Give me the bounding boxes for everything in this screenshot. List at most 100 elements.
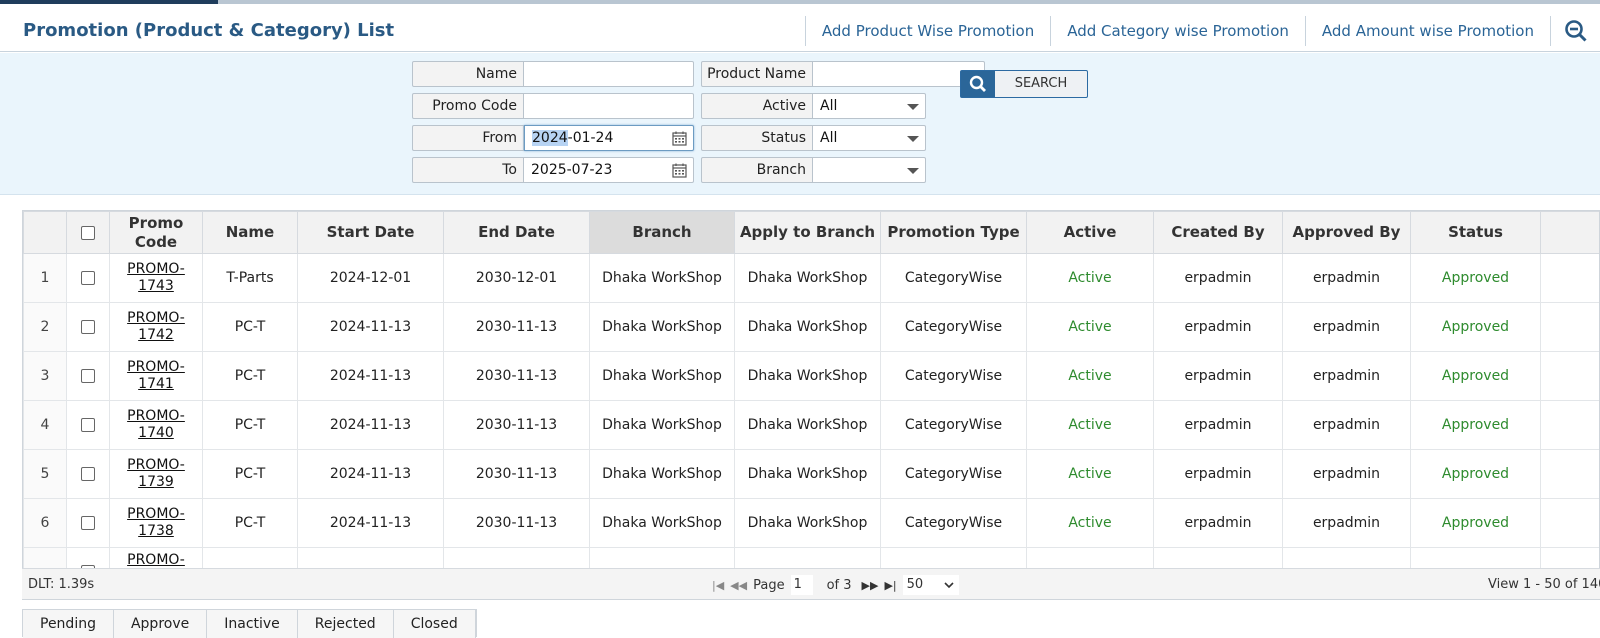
zoom-out-button[interactable] <box>1550 16 1600 46</box>
name-input[interactable] <box>524 61 694 87</box>
name-cell: PC-T <box>202 498 298 548</box>
promotion-type-cell: CategoryWise <box>880 400 1027 450</box>
row-number: 1 <box>23 253 67 303</box>
column-header-name[interactable]: Name <box>202 211 298 254</box>
start-date-cell: 2024-11-13 <box>297 400 444 450</box>
promo-code-link[interactable]: PROMO- 1739 <box>127 457 185 490</box>
promo-code-cell: PROMO- 1743 <box>109 253 203 303</box>
column-header-end-date[interactable]: End Date <box>443 211 590 254</box>
row-checkbox[interactable] <box>81 418 95 432</box>
first-page-icon[interactable]: |◀ <box>712 579 724 592</box>
promo-code-link[interactable]: PROMO- 1740 <box>127 408 185 441</box>
zoom-out-icon <box>1564 20 1587 42</box>
promotion-type-cell: CategoryWise <box>880 351 1027 401</box>
page-number-input[interactable]: 1 <box>790 575 813 595</box>
calendar-icon[interactable] <box>672 131 687 146</box>
next-page-icon[interactable]: ▶▶ <box>862 579 879 592</box>
promo-code-link[interactable]: PROMO- <box>127 552 185 568</box>
search-icon-box <box>961 71 995 97</box>
table-row[interactable]: 6 PROMO- 1738 PC-T 2024-11-13 2030-11-13 … <box>23 498 1599 548</box>
calendar-icon[interactable] <box>672 163 687 178</box>
dropdown-arrow-icon <box>907 168 919 174</box>
page-header: Promotion (Product & Category) List Add … <box>0 4 1600 52</box>
rows-per-page-select[interactable]: 50 <box>902 575 959 595</box>
product-name-label: Product Name <box>701 61 813 87</box>
filter-promo-code-row: Promo Code <box>412 93 694 119</box>
filter-from-row: From 2024-01-24 <box>412 125 694 151</box>
start-date-cell: 2024-12-01 <box>297 253 444 303</box>
column-header-promo-code[interactable]: Promo Code <box>109 211 203 254</box>
table-header-row: Promo Code Name Start Date End Date Bran… <box>23 211 1599 254</box>
apply-to-branch-cell: Dhaka WorkShop <box>734 302 881 352</box>
row-number: 2 <box>23 302 67 352</box>
column-header-branch[interactable]: Branch <box>589 211 735 254</box>
prev-page-icon[interactable]: ◀◀ <box>730 579 747 592</box>
row-checkbox[interactable] <box>81 369 95 383</box>
branch-select[interactable] <box>813 157 926 183</box>
add-product-wise-promotion-link[interactable]: Add Product Wise Promotion <box>804 16 1050 46</box>
to-date-text: 2025-07-23 <box>531 162 613 178</box>
filter-status-row: Status All <box>701 125 926 151</box>
approved-by-cell: erpadmin <box>1282 449 1411 499</box>
row-select-cell <box>66 302 110 352</box>
status-cell: Approved <box>1410 449 1541 499</box>
start-date-cell: 2024-11-13 <box>297 351 444 401</box>
row-select-cell <box>66 351 110 401</box>
rows-per-page-value: 50 <box>906 577 924 592</box>
active-select-value: All <box>820 98 838 114</box>
table-row[interactable]: 4 PROMO- 1740 PC-T 2024-11-13 2030-11-13 … <box>23 400 1599 450</box>
table-row[interactable]: 1 PROMO- 1743 T-Parts 2024-12-01 2030-12-… <box>23 253 1599 303</box>
active-select[interactable]: All <box>813 93 926 119</box>
column-header-start-date[interactable]: Start Date <box>297 211 444 254</box>
promo-code-link[interactable]: PROMO- 1743 <box>127 261 185 294</box>
extra-cell <box>1540 498 1599 548</box>
promo-code-link[interactable]: PROMO- 1738 <box>127 506 185 539</box>
tab-approve[interactable]: Approve <box>113 610 208 638</box>
from-label: From <box>412 125 524 151</box>
tab-inactive[interactable]: Inactive <box>207 610 298 638</box>
search-button[interactable]: SEARCH <box>960 70 1088 98</box>
column-header-active[interactable]: Active <box>1026 211 1154 254</box>
row-checkbox[interactable] <box>81 516 95 530</box>
tab-closed[interactable]: Closed <box>393 610 476 638</box>
to-date-input[interactable]: 2025-07-23 <box>524 157 694 183</box>
active-cell: Active <box>1026 400 1154 450</box>
name-cell: PC-T <box>202 351 298 401</box>
column-header-created-by[interactable]: Created By <box>1153 211 1283 254</box>
end-date-cell: 2030-11-13 <box>443 302 590 352</box>
tab-rejected[interactable]: Rejected <box>297 610 394 638</box>
tab-pending[interactable]: Pending <box>23 610 114 638</box>
apply-to-branch-cell: Dhaka WorkShop <box>734 498 881 548</box>
promo-code-link[interactable]: PROMO- 1742 <box>127 310 185 343</box>
from-date-input[interactable]: 2024-01-24 <box>524 125 694 151</box>
promo-code-link[interactable]: PROMO- 1741 <box>127 359 185 392</box>
end-date-cell: 2030-11-13 <box>443 498 590 548</box>
status-cell: Approved <box>1410 400 1541 450</box>
add-amount-wise-promotion-link[interactable]: Add Amount wise Promotion <box>1304 16 1550 46</box>
last-page-icon[interactable]: ▶| <box>884 579 896 592</box>
row-checkbox[interactable] <box>81 467 95 481</box>
extra-cell <box>1540 400 1599 450</box>
row-checkbox[interactable] <box>81 271 95 285</box>
search-button-label: SEARCH <box>1014 76 1068 91</box>
row-checkbox[interactable] <box>81 320 95 334</box>
promotion-grid: Promo Code Name Start Date End Date Bran… <box>22 210 1600 600</box>
promo-code-input[interactable] <box>524 93 694 119</box>
status-cell: Approved <box>1410 498 1541 548</box>
table-row[interactable]: 3 PROMO- 1741 PC-T 2024-11-13 2030-11-13 … <box>23 351 1599 401</box>
add-category-wise-promotion-link[interactable]: Add Category wise Promotion <box>1050 16 1305 46</box>
table-row[interactable]: 5 PROMO- 1739 PC-T 2024-11-13 2030-11-13 … <box>23 449 1599 499</box>
table-row[interactable]: 2 PROMO- 1742 PC-T 2024-11-13 2030-11-13 … <box>23 302 1599 352</box>
column-header-approved-by[interactable]: Approved By <box>1282 211 1411 254</box>
column-header-status[interactable]: Status <box>1410 211 1541 254</box>
status-select[interactable]: All <box>813 125 926 151</box>
branch-cell: Dhaka WorkShop <box>589 253 735 303</box>
created-by-cell: erpadmin <box>1153 400 1283 450</box>
approved-by-cell: erpadmin <box>1282 253 1411 303</box>
select-all-checkbox[interactable] <box>81 225 95 240</box>
column-header-promotion-type[interactable]: Promotion Type <box>880 211 1027 254</box>
filter-branch-row: Branch <box>701 157 926 183</box>
page-title: Promotion (Product & Category) List <box>23 20 395 41</box>
column-header-apply-to-branch[interactable]: Apply to Branch <box>734 211 881 254</box>
filter-active-row: Active All <box>701 93 926 119</box>
